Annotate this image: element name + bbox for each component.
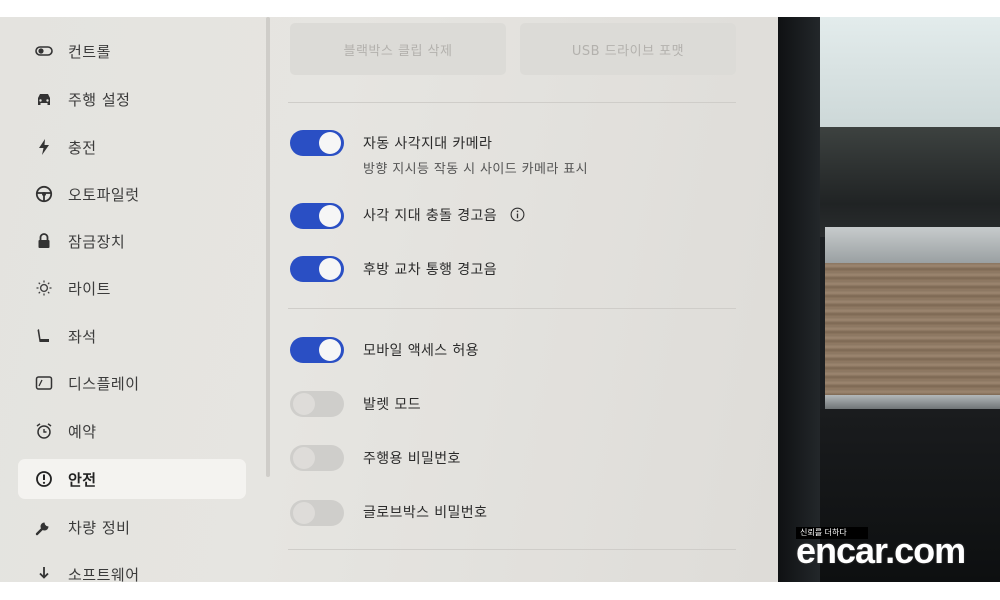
sidebar-item-label: 디스플레이 — [68, 374, 140, 393]
sidebar-item-charging[interactable]: 충전 — [18, 127, 246, 167]
sidebar-item-controls[interactable]: 컨트롤 — [18, 31, 246, 71]
sidebar-item-label: 예약 — [68, 422, 97, 441]
toggle-knob — [293, 502, 315, 524]
alarm-clock-icon — [34, 421, 54, 441]
seat-icon — [34, 326, 54, 346]
sidebar-item-safety[interactable]: 안전 — [18, 459, 246, 499]
format-usb-drive-button[interactable]: USB 드라이브 포맷 — [520, 23, 736, 75]
sidebar-item-label: 좌석 — [68, 327, 97, 346]
sidebar-item-display[interactable]: 디스플레이 — [18, 363, 246, 403]
blind-spot-warning-chime-toggle[interactable] — [290, 203, 344, 229]
sidebar-item-software[interactable]: 소프트웨어 — [18, 554, 246, 582]
toggle-knob — [293, 393, 315, 415]
sidebar-item-label: 오토파일럿 — [68, 185, 140, 204]
alert-circle-icon — [34, 469, 54, 489]
bolt-icon — [34, 137, 54, 157]
sidebar-scrollbar[interactable] — [266, 17, 270, 477]
setting-label: 주행용 비밀번호 — [363, 451, 461, 467]
setting-label: 발렛 모드 — [363, 397, 421, 413]
rear-cross-traffic-chime-toggle[interactable] — [290, 256, 344, 282]
glovebox-pin-toggle[interactable] — [290, 500, 344, 526]
setting-label-row: 사각 지대 충돌 경고음 — [363, 205, 525, 225]
sidebar-item-label: 주행 설정 — [68, 90, 131, 109]
safety-settings-panel: 블랙박스 클립 삭제 USB 드라이브 포맷 자동 사각지대 카메라 방향 지시… — [288, 17, 748, 582]
blind-spot-camera-toggle[interactable] — [290, 130, 344, 156]
info-icon[interactable] — [510, 207, 525, 222]
delete-dashcam-clips-button[interactable]: 블랙박스 클립 삭제 — [290, 23, 506, 75]
divider — [288, 102, 736, 103]
touchscreen: 컨트롤 주행 설정 충전 오토파일럿 잠금장치 라이트 좌석 디스플레이 예약 … — [0, 17, 778, 582]
sidebar-item-label: 컨트롤 — [68, 42, 111, 61]
sidebar-item-autopilot[interactable]: 오토파일럿 — [18, 174, 246, 214]
wrench-icon — [34, 517, 54, 537]
toggle-knob — [319, 132, 341, 154]
sidebar-item-schedule[interactable]: 예약 — [18, 411, 246, 451]
photo: 컨트롤 주행 설정 충전 오토파일럿 잠금장치 라이트 좌석 디스플레이 예약 … — [0, 17, 1000, 582]
wood-trim — [825, 263, 1000, 395]
sidebar-item-label: 소프트웨어 — [68, 565, 140, 583]
toggle-knob — [293, 447, 315, 469]
lock-icon — [34, 231, 54, 251]
toggle-icon — [34, 41, 54, 61]
mobile-access-toggle[interactable] — [290, 337, 344, 363]
pin-to-drive-toggle[interactable] — [290, 445, 344, 471]
toggle-knob — [319, 339, 341, 361]
dashboard-trim-lower — [825, 395, 1000, 409]
light-icon — [34, 278, 54, 298]
setting-label: 자동 사각지대 카메라 — [363, 136, 493, 152]
setting-label: 모바일 액세스 허용 — [363, 343, 479, 359]
divider — [288, 308, 736, 309]
sidebar-item-label: 라이트 — [68, 279, 111, 298]
download-icon — [34, 564, 54, 582]
setting-description: 방향 지시등 작동 시 사이드 카메라 표시 — [363, 162, 588, 177]
valet-mode-toggle[interactable] — [290, 391, 344, 417]
dashboard — [820, 127, 1000, 237]
setting-label: 후방 교차 통행 경고음 — [363, 262, 498, 278]
car-icon — [34, 89, 54, 109]
display-icon — [34, 373, 54, 393]
sidebar: 컨트롤 주행 설정 충전 오토파일럿 잠금장치 라이트 좌석 디스플레이 예약 … — [0, 17, 270, 582]
sidebar-item-driving[interactable]: 주행 설정 — [18, 79, 246, 119]
sidebar-item-label: 잠금장치 — [68, 232, 126, 251]
steering-wheel-icon — [34, 184, 54, 204]
screen-bezel — [778, 17, 820, 582]
setting-label: 글로브박스 비밀번호 — [363, 505, 488, 521]
setting-label: 사각 지대 충돌 경고음 — [363, 208, 498, 224]
sidebar-item-label: 안전 — [68, 470, 97, 489]
sidebar-item-label: 차량 정비 — [68, 518, 131, 537]
sidebar-item-label: 충전 — [68, 138, 97, 157]
sidebar-item-locks[interactable]: 잠금장치 — [18, 221, 246, 261]
sidebar-item-service[interactable]: 차량 정비 — [18, 507, 246, 547]
divider — [288, 549, 736, 550]
toggle-knob — [319, 205, 341, 227]
sidebar-item-lights[interactable]: 라이트 — [18, 268, 246, 308]
watermark-logo: encar.com — [796, 530, 966, 571]
toggle-knob — [319, 258, 341, 280]
sidebar-item-seats[interactable]: 좌석 — [18, 316, 246, 356]
windshield — [820, 17, 1000, 127]
dashboard-trim — [825, 227, 1000, 263]
